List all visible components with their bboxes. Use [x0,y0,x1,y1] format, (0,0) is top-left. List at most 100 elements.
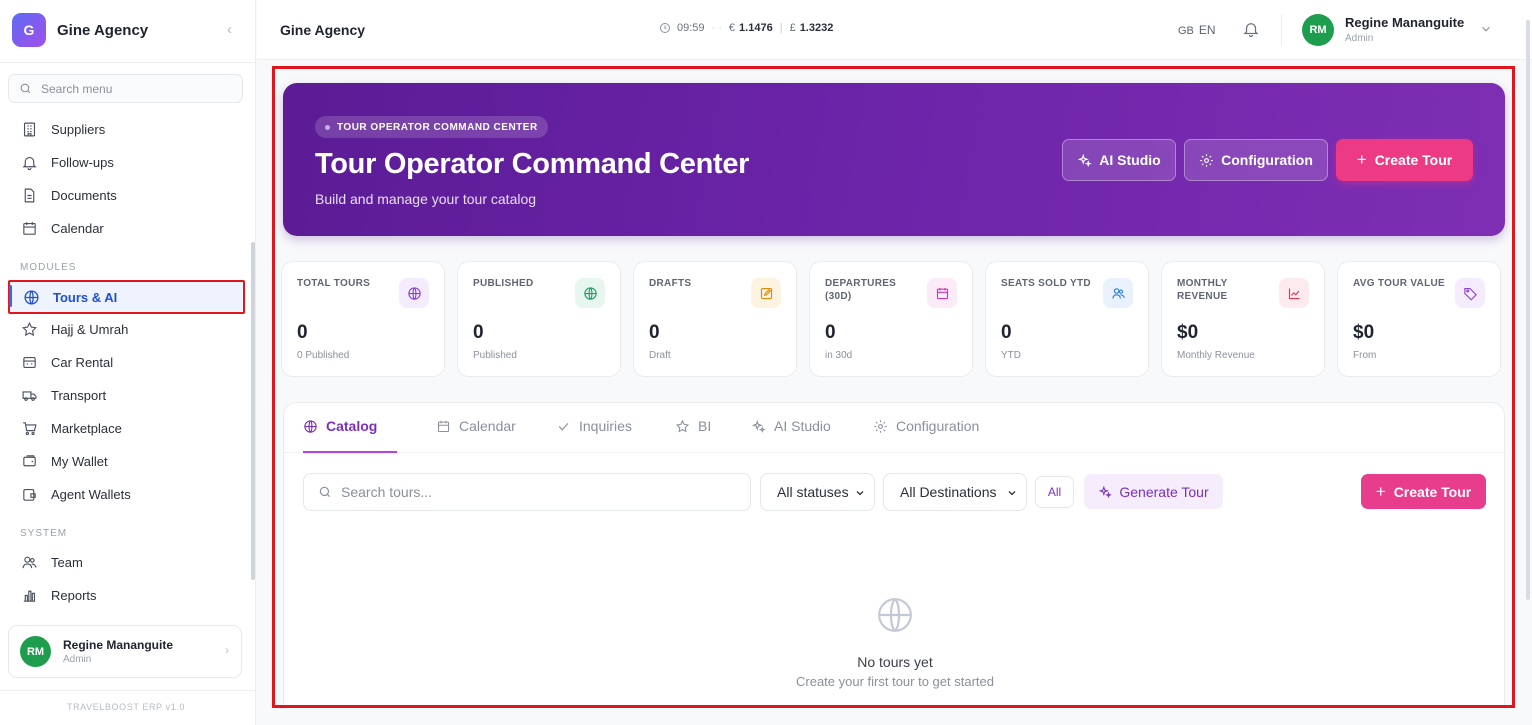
sidebar-item-reports[interactable]: Reports [8,579,245,611]
catalog-panel: Catalog Calendar Inquiries BI AI Studio … [283,402,1506,705]
stat-subtext: in 30d [825,350,853,361]
page-scrollbar[interactable] [1526,20,1530,600]
brand[interactable]: G Gine Agency ‹ [12,12,244,48]
search-placeholder: Search tours... [341,484,433,500]
tour-search-input[interactable]: Search tours... [303,473,751,511]
globe-icon [399,278,429,308]
tab-label: Catalog [326,418,378,434]
destination-select-value: All Destinations [900,484,997,500]
brand-name: Gine Agency [57,21,149,39]
stat-value: $0 [1177,322,1199,343]
topbar-user-name[interactable]: Regine Mananguite [1345,15,1464,30]
tab-configuration[interactable]: Configuration [873,418,979,453]
rates-ticker: 09:59 · · € 1.1476 | £ 1.3232 [659,22,833,34]
tab-label: Inquiries [579,418,632,434]
sidebar-search-input[interactable]: Search menu [8,74,243,103]
section-label-system: SYSTEM [20,528,68,539]
sidebar-item-car-rental[interactable]: Car Rental [8,346,245,378]
stat-subtext: 0 Published [297,350,350,361]
tab-catalog[interactable]: Catalog [303,418,398,453]
topbar-divider [1281,14,1282,46]
hero-badge: TOUR OPERATOR COMMAND CENTER [315,116,548,138]
tab-label: Calendar [459,418,516,434]
bell-icon [20,153,38,171]
clock-icon [660,23,670,33]
sparkles-icon [751,419,766,434]
sidebar-item-label: My Wallet [51,453,108,469]
page-title: Gine Agency [280,22,366,38]
calendar-icon [20,219,38,237]
stat-label: MONTHLY REVENUE [1177,278,1228,302]
stat-subtext: YTD [1001,350,1021,361]
sidebar-user-role: Admin [63,654,92,665]
sidebar-item-my-wallet[interactable]: My Wallet [8,445,245,477]
tab-calendar[interactable]: Calendar [436,418,516,453]
sparkles-icon [1099,485,1113,498]
search-icon [319,486,331,498]
tab-bar: Catalog Calendar Inquiries BI AI Studio … [284,403,1506,453]
stat-value: 0 [1001,322,1012,343]
sidebar-divider [0,62,256,63]
create-tour-label: Create Tour [1393,483,1472,500]
sidebar-item-label: Agent Wallets [51,486,131,502]
flag-gb-icon: GB [1178,25,1194,37]
sidebar-user-card[interactable]: RM Regine Mananguite Admin › [8,625,242,678]
sidebar-user-name: Regine Mananguite [63,638,174,652]
topbar-user-role: Admin [1345,33,1374,44]
tab-label: Configuration [896,418,980,434]
tab-ai-studio[interactable]: AI Studio [751,418,831,453]
stat-subtext: Published [473,350,517,361]
sidebar-item-marketplace[interactable]: Marketplace [8,412,245,444]
gbp-rate: 1.3232 [799,22,834,34]
star-icon [20,320,38,338]
section-label-modules: MODULES [20,262,77,273]
generate-tour-button[interactable]: Generate Tour [1084,474,1223,509]
create-tour-button[interactable]: + Create Tour [1336,139,1473,181]
sidebar-item-tours-ai[interactable]: Tours & AI [8,280,245,314]
calendar-icon [437,420,450,433]
notification-bell-icon[interactable] [1242,20,1260,38]
plus-icon: + [1356,150,1367,169]
sidebar: G Gine Agency ‹ Search menu Suppliers Fo… [0,0,256,725]
sidebar-item-calendar[interactable]: Calendar [8,212,245,244]
avatar[interactable]: RM [1302,14,1334,46]
sidebar-item-hajj-umrah[interactable]: Hajj & Umrah [8,313,245,345]
empty-state-subtitle: Create your first tour to get started [796,674,994,689]
topbar: Gine Agency 09:59 · · € 1.1476 | £ 1.323… [257,0,1532,60]
generate-tour-label: Generate Tour [1119,483,1209,500]
language-switcher[interactable]: GB EN [1178,23,1216,37]
sidebar-item-suppliers[interactable]: Suppliers [8,113,245,145]
avatar: RM [20,636,51,667]
tab-bi[interactable]: BI [675,418,711,453]
plus-icon: + [1375,481,1386,501]
destination-select[interactable]: All Destinations [883,473,1027,511]
chevron-down-icon [856,491,864,496]
sidebar-item-label: Documents [51,187,117,203]
stat-label: AVG TOUR VALUE [1353,278,1445,289]
sidebar-item-agent-wallets[interactable]: Agent Wallets [8,478,245,510]
sidebar-scrollbar[interactable] [251,242,255,580]
sidebar-item-transport[interactable]: Transport [8,379,245,411]
stat-label: DEPARTURES (30D) [825,278,897,302]
status-select[interactable]: All statuses [760,473,875,511]
stat-value: 0 [825,322,836,343]
eur-rate: 1.1476 [739,22,773,34]
sidebar-item-label: Marketplace [51,420,122,436]
sidebar-item-documents[interactable]: Documents [8,179,245,211]
sidebar-item-team[interactable]: Team [8,546,245,578]
wallet-icon [20,452,38,470]
sidebar-item-label: Suppliers [51,121,106,137]
configuration-button[interactable]: Configuration [1184,139,1328,181]
chevron-down-icon[interactable] [1479,22,1493,36]
catalog-create-tour-button[interactable]: + Create Tour [1361,474,1486,509]
brand-logo: G [12,13,46,47]
stat-subtext: From [1353,350,1377,361]
tab-inquiries[interactable]: Inquiries [556,418,632,453]
gear-icon [1200,153,1213,167]
collapse-sidebar-icon[interactable]: ‹ [227,21,232,38]
sidebar-item-label: Calendar [51,220,104,236]
sidebar-item-follow-ups[interactable]: Follow-ups [8,146,245,178]
empty-state-title: No tours yet [857,654,933,670]
all-filter-button[interactable]: All [1035,476,1074,508]
ai-studio-button[interactable]: AI Studio [1062,139,1176,181]
